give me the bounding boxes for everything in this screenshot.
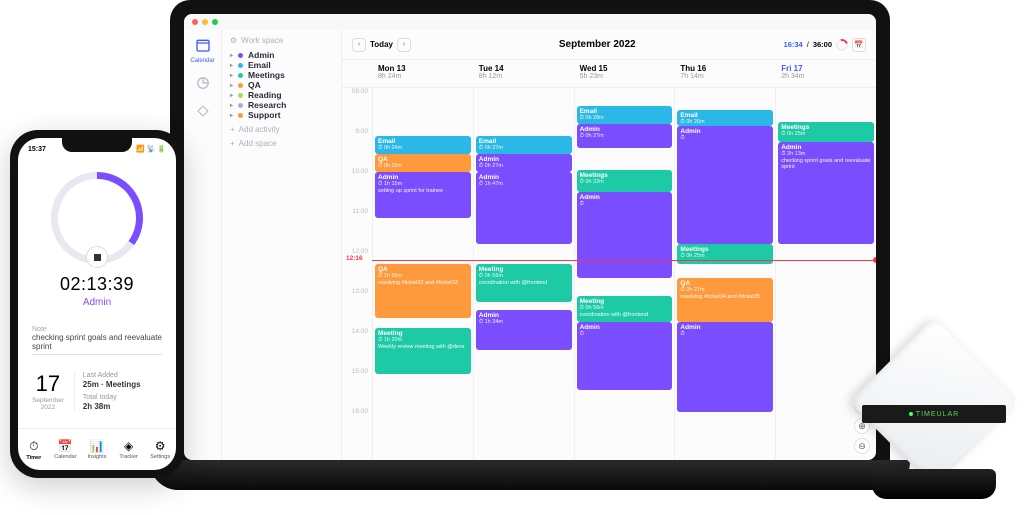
activity-reading[interactable]: ▸Reading (230, 90, 333, 100)
total-today-value: 2h 38m (83, 402, 141, 411)
add-activity-button[interactable]: +Add activity (230, 125, 333, 134)
calendar-event[interactable]: Meeting⏱ 0h 56mcoordination with @fronte… (476, 264, 572, 302)
workspace-title[interactable]: ⚙Work space (230, 36, 333, 45)
laptop-mockup: Calendar ⚙Work space ▸Admin▸Email▸Meetin… (150, 0, 910, 490)
day-header: Tue 148h 12m (473, 60, 574, 87)
activity-support[interactable]: ▸Support (230, 110, 333, 120)
calendar-topbar: ‹ Today › September 2022 16:34/36:00 📅 (342, 30, 876, 60)
phone-mockup: 15:37 📶 📡 🔋 02:13:39 Admin Note checking… (10, 130, 184, 478)
current-activity[interactable]: Admin (83, 297, 111, 308)
activity-email[interactable]: ▸Email (230, 60, 333, 70)
tab-calendar[interactable]: 📅Calendar (50, 429, 82, 470)
calendar-event[interactable]: Email⏱ 0h 26m (677, 110, 773, 126)
signal-icons: 📶 📡 🔋 (136, 145, 166, 153)
day-header: Wed 155h 23m (574, 60, 675, 87)
add-space-button[interactable]: +Add space (230, 139, 333, 148)
window-controls (184, 14, 876, 30)
hour-label: 12:00 (342, 248, 372, 288)
hour-label: 15:00 (342, 368, 372, 408)
calendar-event[interactable]: QA⏱ 0h 26m (375, 154, 471, 172)
calendar-event[interactable]: Meeting⏱ 0h 56mcoordination with @fronte… (577, 296, 673, 322)
next-button[interactable]: › (397, 38, 411, 52)
calendar-event[interactable]: Meetings⏱ 0h 25m (677, 244, 773, 264)
day-header: Fri 172h 34m (775, 60, 876, 87)
now-indicator (372, 260, 876, 261)
last-added-label: Last Added (83, 372, 141, 379)
calendar-event[interactable]: Admin⏱ 0h 27m (577, 124, 673, 148)
calendar-event[interactable]: Meetings⏱ 0h 25m (778, 122, 874, 142)
note-input[interactable]: checking sprint goals and reevaluate spr… (32, 333, 162, 355)
calendar-event[interactable]: Admin⏱ (677, 322, 773, 412)
day-header: Mon 138h 24m (372, 60, 473, 87)
hour-label: 08:00 (342, 88, 372, 128)
calendar-event[interactable]: Email⏱ 0h 27m (476, 136, 572, 154)
tab-timer[interactable]: ⏱Timer (18, 429, 50, 470)
calendar-event[interactable]: Admin⏱ (677, 126, 773, 244)
tab-tracker[interactable]: ◈Tracker (113, 429, 145, 470)
activity-admin[interactable]: ▸Admin (230, 50, 333, 60)
calendar-event[interactable]: Admin⏱ 2h 13mchecking sprint goals and r… (778, 142, 874, 244)
calendar-event[interactable]: Meeting⏱ 1h 20mWeekly review meeting wit… (375, 328, 471, 374)
day-column[interactable]: Email⏱ 0h 28mAdmin⏱ 0h 27m Meetings⏱ 0h 2… (574, 88, 675, 460)
tracker-icon[interactable] (194, 102, 212, 120)
timer-progress-ring (51, 172, 143, 264)
date-display: 17 September 2022 (32, 371, 64, 411)
calendar-icon[interactable] (194, 36, 212, 54)
calendar-event[interactable]: QA⏱ 2h 27mresolving #ticket34 and #ticke… (677, 278, 773, 322)
calendar-event[interactable]: Email⏱ 0h 24m (375, 136, 471, 154)
day-header: Thu 167h 14m (674, 60, 775, 87)
hour-label: 16:00 (342, 408, 372, 448)
calendar-event[interactable]: Admin⏱ (577, 322, 673, 390)
calendar-label: Calendar (190, 58, 214, 64)
day-column[interactable]: Email⏱ 0h 26mAdmin⏱ Meetings⏱ 0h 25mQA⏱ … (674, 88, 775, 460)
day-column[interactable]: Email⏱ 0h 27mAdmin⏱ 0h 27mAdmin⏱ 1h 47m M… (473, 88, 574, 460)
time-summary: 16:34/36:00 📅 (784, 38, 866, 52)
device-brand-label: TIMEULAR (862, 405, 1006, 423)
prev-button[interactable]: ‹ (352, 38, 366, 52)
progress-ring-icon (834, 36, 850, 52)
calendar-event[interactable]: Meetings⏱ 0h 22m (577, 170, 673, 192)
datepicker-icon[interactable]: 📅 (852, 38, 866, 52)
activity-sidebar: ⚙Work space ▸Admin▸Email▸Meetings▸QA▸Rea… (222, 30, 342, 460)
calendar-event[interactable]: Admin⏱ 1h 47m (476, 172, 572, 244)
left-nav-rail: Calendar (184, 30, 222, 460)
hour-label: 13:00 (342, 288, 372, 328)
activity-qa[interactable]: ▸QA (230, 80, 333, 90)
tab-insights[interactable]: 📊Insights (81, 429, 113, 470)
calendar-event[interactable]: Email⏱ 0h 28m (577, 106, 673, 124)
day-column[interactable]: Email⏱ 0h 24mQA⏱ 0h 26mAdmin⏱ 1h 15msett… (372, 88, 473, 460)
month-title: September 2022 (411, 39, 784, 50)
today-button[interactable]: Today (370, 40, 393, 49)
stop-button[interactable] (86, 246, 108, 268)
calendar-event[interactable]: Admin⏱ 1h 34m (476, 310, 572, 350)
reports-icon[interactable] (194, 74, 212, 92)
last-added-value: 25m · Meetings (83, 380, 141, 389)
tab-settings[interactable]: ⚙Settings (144, 429, 176, 470)
tracker-device: TIMEULAR (854, 337, 1014, 497)
calendar-grid[interactable]: 08:009:0010:0011:0012:0013:0014:0015:001… (342, 88, 876, 460)
activity-meetings[interactable]: ▸Meetings (230, 70, 333, 80)
calendar-event[interactable]: Admin⏱ 1h 15msetting up sprint for train… (375, 172, 471, 218)
calendar-event[interactable]: Admin⏱ 0h 27m (476, 154, 572, 172)
phone-tabbar: ⏱Timer📅Calendar📊Insights◈Tracker⚙Setting… (18, 428, 176, 470)
hour-label: 14:00 (342, 328, 372, 368)
total-today-label: Total today (83, 394, 141, 401)
hour-label: 9:00 (342, 128, 372, 168)
hour-label: 10:00 (342, 168, 372, 208)
activity-research[interactable]: ▸Research (230, 100, 333, 110)
hour-label: 11:00 (342, 208, 372, 248)
calendar-event[interactable]: QA⏱ 1h 56mresolving #ticket32 and #ticke… (375, 264, 471, 318)
note-label: Note (32, 326, 162, 333)
calendar-event[interactable]: Admin⏱ (577, 192, 673, 278)
elapsed-time: 02:13:39 (60, 274, 134, 295)
